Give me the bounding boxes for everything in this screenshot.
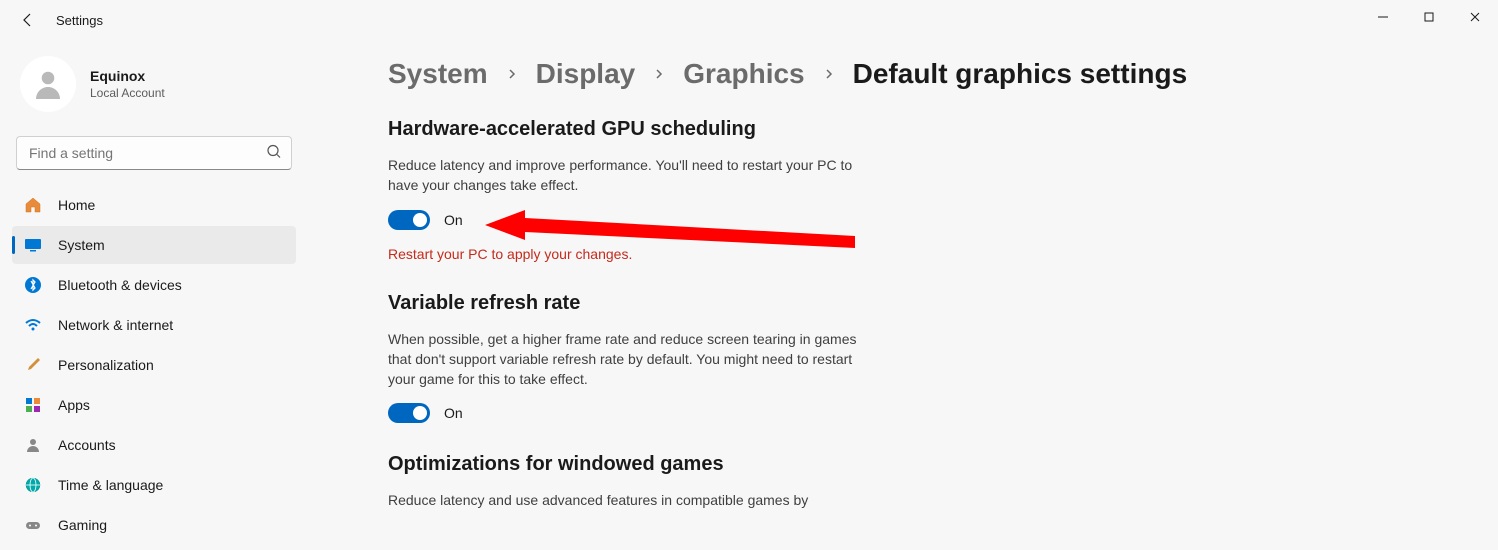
- sidebar-item-label: Bluetooth & devices: [58, 277, 182, 293]
- breadcrumb-current: Default graphics settings: [853, 58, 1188, 90]
- section-gpu-scheduling: Hardware-accelerated GPU scheduling Redu…: [388, 118, 858, 262]
- maximize-button[interactable]: [1406, 0, 1452, 34]
- toggle-label: On: [444, 212, 463, 228]
- sidebar-item-apps[interactable]: Apps: [12, 386, 296, 424]
- wifi-icon: [24, 316, 42, 334]
- user-name: Equinox: [90, 68, 165, 84]
- globe-icon: [24, 476, 42, 494]
- apps-icon: [24, 396, 42, 414]
- breadcrumb: System Display Graphics Default graphics…: [388, 58, 1474, 90]
- sidebar-item-label: Gaming: [58, 517, 107, 533]
- bluetooth-icon: [24, 276, 42, 294]
- back-button[interactable]: [16, 8, 40, 32]
- search-input[interactable]: [16, 136, 292, 170]
- section-title: Optimizations for windowed games: [388, 453, 858, 476]
- sidebar-item-label: Personalization: [58, 357, 154, 373]
- breadcrumb-link-graphics[interactable]: Graphics: [683, 58, 804, 90]
- person-icon: [24, 436, 42, 454]
- section-description: Reduce latency and use advanced features…: [388, 490, 858, 510]
- sidebar-item-label: Network & internet: [58, 317, 173, 333]
- minimize-button[interactable]: [1360, 0, 1406, 34]
- user-subtitle: Local Account: [90, 86, 165, 100]
- toggle-label: On: [444, 405, 463, 421]
- sidebar-item-label: Apps: [58, 397, 90, 413]
- breadcrumb-link-system[interactable]: System: [388, 58, 488, 90]
- vrr-toggle[interactable]: [388, 403, 430, 423]
- home-icon: [24, 196, 42, 214]
- breadcrumb-link-display[interactable]: Display: [536, 58, 636, 90]
- close-button[interactable]: [1452, 0, 1498, 34]
- main-content: System Display Graphics Default graphics…: [300, 40, 1498, 550]
- search-icon: [266, 144, 282, 163]
- sidebar-item-network[interactable]: Network & internet: [12, 306, 296, 344]
- sidebar-item-label: Accounts: [58, 437, 116, 453]
- chevron-right-icon: [823, 64, 835, 85]
- brush-icon: [24, 356, 42, 374]
- sidebar-item-gaming[interactable]: Gaming: [12, 506, 296, 544]
- section-windowed-optimizations: Optimizations for windowed games Reduce …: [388, 453, 858, 510]
- section-title: Variable refresh rate: [388, 292, 858, 315]
- sidebar-item-system[interactable]: System: [12, 226, 296, 264]
- sidebar: Equinox Local Account Home System: [0, 40, 300, 550]
- sidebar-item-accounts[interactable]: Accounts: [12, 426, 296, 464]
- gaming-icon: [24, 516, 42, 534]
- avatar: [20, 56, 76, 112]
- sidebar-item-time[interactable]: Time & language: [12, 466, 296, 504]
- sidebar-item-personalization[interactable]: Personalization: [12, 346, 296, 384]
- sidebar-item-label: Time & language: [58, 477, 163, 493]
- restart-warning: Restart your PC to apply your changes.: [388, 246, 858, 262]
- section-variable-refresh-rate: Variable refresh rate When possible, get…: [388, 292, 858, 424]
- sidebar-item-label: System: [58, 237, 105, 253]
- chevron-right-icon: [506, 64, 518, 85]
- section-title: Hardware-accelerated GPU scheduling: [388, 118, 858, 141]
- section-description: When possible, get a higher frame rate a…: [388, 329, 858, 390]
- chevron-right-icon: [653, 64, 665, 85]
- sidebar-nav: Home System Bluetooth & devices Network …: [12, 186, 296, 544]
- window-title: Settings: [56, 13, 103, 28]
- sidebar-item-bluetooth[interactable]: Bluetooth & devices: [12, 266, 296, 304]
- system-icon: [24, 236, 42, 254]
- sidebar-item-label: Home: [58, 197, 95, 213]
- section-description: Reduce latency and improve performance. …: [388, 155, 858, 196]
- gpu-scheduling-toggle[interactable]: [388, 210, 430, 230]
- sidebar-item-home[interactable]: Home: [12, 186, 296, 224]
- user-block[interactable]: Equinox Local Account: [12, 40, 296, 136]
